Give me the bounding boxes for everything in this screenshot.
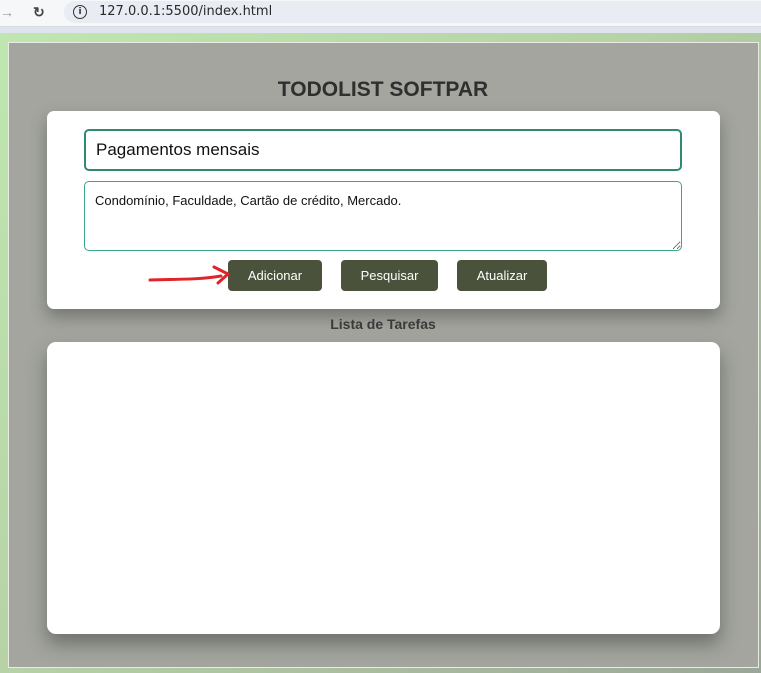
- task-description-textarea[interactable]: Condomínio, Faculdade, Cartão de crédito…: [84, 181, 682, 251]
- search-button[interactable]: Pesquisar: [341, 260, 438, 291]
- arrow-right-icon[interactable]: →: [0, 4, 14, 20]
- info-icon[interactable]: i: [73, 5, 87, 19]
- add-button[interactable]: Adicionar: [228, 260, 322, 291]
- task-list-title: Lista de Tarefas: [330, 316, 436, 332]
- task-list-card: [47, 342, 720, 634]
- address-bar[interactable]: i 127.0.0.1:5500/index.html: [64, 1, 761, 23]
- update-button[interactable]: Atualizar: [457, 260, 547, 291]
- task-title-input[interactable]: [84, 129, 682, 171]
- page-title: TODOLIST SOFTPAR: [277, 78, 489, 101]
- browser-toolbar: → ↻ i 127.0.0.1:5500/index.html: [0, 0, 761, 27]
- reload-icon[interactable]: ↻: [33, 4, 45, 20]
- url-text: 127.0.0.1:5500/index.html: [99, 4, 273, 19]
- annotation-arrow-icon: [148, 265, 230, 285]
